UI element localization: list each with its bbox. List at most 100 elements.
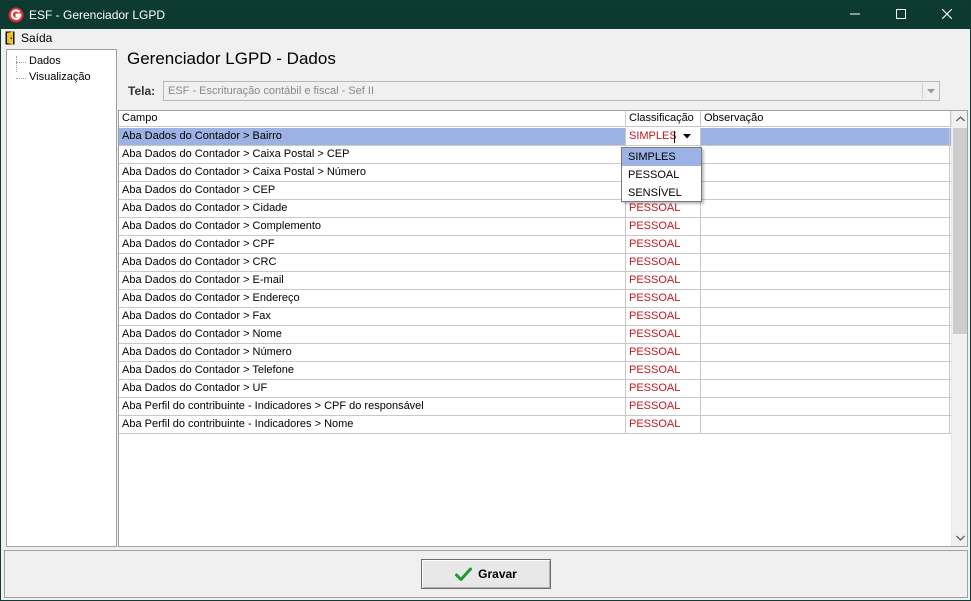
app-logo-icon (8, 7, 24, 23)
tree-item-label: Visualização (29, 71, 91, 83)
cell-classificacao[interactable]: PESSOAL (626, 254, 701, 271)
classification-grid: Campo Classificação Observação Aba Dados… (118, 110, 968, 547)
classification-dropdown-list: SIMPLES PESSOAL SENSÍVEL (621, 147, 702, 202)
column-header-classificacao[interactable]: Classificação (626, 111, 701, 127)
table-row[interactable]: Aba Dados do Contador > Número PESSOAL (119, 344, 951, 362)
cell-classificacao[interactable]: PESSOAL (626, 380, 701, 397)
tree-item-visualizacao[interactable]: Visualização (7, 71, 107, 85)
scroll-up-icon[interactable] (952, 111, 968, 127)
table-row[interactable]: Aba Dados do Contador > E-mail PESSOAL (119, 272, 951, 290)
table-row[interactable]: Aba Dados do Contador > CPF PESSOAL (119, 236, 951, 254)
cell-campo[interactable]: Aba Dados do Contador > Complemento (119, 218, 626, 235)
cell-classificacao[interactable]: PESSOAL (626, 200, 701, 217)
cell-campo[interactable]: Aba Dados do Contador > CRC (119, 254, 626, 271)
minimize-button[interactable] (832, 1, 878, 29)
cell-observacao[interactable] (701, 164, 950, 181)
dropdown-option-simples[interactable]: SIMPLES (622, 148, 701, 166)
green-check-icon (455, 567, 473, 582)
table-row[interactable]: Aba Dados do Contador > CRC PESSOAL (119, 254, 951, 272)
cell-observacao[interactable] (701, 398, 950, 415)
close-button[interactable] (924, 1, 970, 29)
cell-observacao[interactable] (701, 344, 950, 361)
cell-observacao[interactable] (701, 362, 950, 379)
table-row[interactable]: Aba Dados do Contador > Nome PESSOAL (119, 326, 951, 344)
tela-select[interactable]: ESF - Escrituração contábil e fiscal - S… (163, 81, 940, 101)
dropdown-arrow-icon[interactable] (679, 129, 695, 144)
cell-classificacao[interactable]: PESSOAL (626, 236, 701, 253)
cell-observacao[interactable] (701, 416, 950, 433)
cell-campo[interactable]: Aba Dados do Contador > Cidade (119, 200, 626, 217)
cell-campo[interactable]: Aba Perfil do contribuinte - Indicadores… (119, 398, 626, 415)
tree-item-label: Dados (29, 55, 61, 67)
cell-campo[interactable]: Aba Dados do Contador > Endereço (119, 290, 626, 307)
cell-campo[interactable]: Aba Dados do Contador > Nome (119, 326, 626, 343)
cell-campo[interactable]: Aba Dados do Contador > CPF (119, 236, 626, 253)
tree-connector (16, 78, 26, 79)
cell-campo[interactable]: Aba Dados do Contador > UF (119, 380, 626, 397)
maximize-button[interactable] (878, 1, 924, 29)
cell-classificacao[interactable]: PESSOAL (626, 344, 701, 361)
cell-campo[interactable]: Aba Dados do Contador > Número (119, 344, 626, 361)
cell-observacao[interactable] (701, 326, 950, 343)
cell-classificacao[interactable]: PESSOAL (626, 272, 701, 289)
table-row[interactable]: Aba Dados do Contador > Caixa Postal > N… (119, 164, 951, 182)
grid-body: Aba Dados do Contador > Bairro SIMPLES A… (119, 128, 951, 546)
table-row[interactable]: Aba Dados do Contador > CEP (119, 182, 951, 200)
table-row[interactable]: Aba Perfil do contribuinte - Indicadores… (119, 398, 951, 416)
cell-campo[interactable]: Aba Dados do Contador > Bairro (119, 128, 626, 145)
text-caret (674, 131, 675, 143)
cell-campo[interactable]: Aba Dados do Contador > Fax (119, 308, 626, 325)
dropdown-option-sensivel[interactable]: SENSÍVEL (622, 184, 701, 202)
cell-classificacao[interactable]: PESSOAL (626, 326, 701, 343)
cell-classificacao[interactable]: PESSOAL (626, 218, 701, 235)
cell-classificacao[interactable]: PESSOAL (626, 308, 701, 325)
tela-label: Tela: (128, 84, 156, 98)
cell-observacao[interactable] (701, 218, 950, 235)
menu-item-saida[interactable]: Saída (5, 30, 52, 46)
cell-observacao[interactable] (701, 200, 950, 217)
table-row[interactable]: Aba Dados do Contador > UF PESSOAL (119, 380, 951, 398)
cell-campo[interactable]: Aba Dados do Contador > E-mail (119, 272, 626, 289)
title-bar[interactable]: ESF - Gerenciador LGPD (1, 1, 970, 29)
cell-observacao[interactable] (701, 182, 950, 199)
cell-classificacao[interactable]: PESSOAL (626, 416, 701, 433)
classification-editor-value: SIMPLES (629, 130, 677, 142)
chevron-down-icon[interactable] (922, 83, 938, 99)
cell-campo[interactable]: Aba Dados do Contador > Caixa Postal > N… (119, 164, 626, 181)
column-header-observacao[interactable]: Observação (701, 111, 951, 127)
footer-bar: Gravar (4, 550, 968, 598)
dropdown-option-pessoal[interactable]: PESSOAL (622, 166, 701, 184)
table-row[interactable]: Aba Dados do Contador > Fax PESSOAL (119, 308, 951, 326)
vertical-scrollbar[interactable] (951, 111, 967, 546)
cell-observacao[interactable] (701, 380, 950, 397)
cell-campo[interactable]: Aba Perfil do contribuinte - Indicadores… (119, 416, 626, 433)
cell-classificacao[interactable]: PESSOAL (626, 290, 701, 307)
cell-observacao[interactable] (701, 290, 950, 307)
column-header-campo[interactable]: Campo (119, 111, 626, 127)
cell-classificacao[interactable]: PESSOAL (626, 362, 701, 379)
cell-classificacao[interactable]: PESSOAL (626, 398, 701, 415)
cell-campo[interactable]: Aba Dados do Contador > Telefone (119, 362, 626, 379)
table-row[interactable]: Aba Perfil do contribuinte - Indicadores… (119, 416, 951, 434)
menu-label-saida: Saída (21, 31, 53, 45)
table-row[interactable]: Aba Dados do Contador > Cidade PESSOAL (119, 200, 951, 218)
cell-observacao[interactable] (701, 254, 950, 271)
scroll-down-icon[interactable] (952, 530, 968, 546)
table-row[interactable]: Aba Dados do Contador > Telefone PESSOAL (119, 362, 951, 380)
table-row[interactable]: Aba Dados do Contador > Caixa Postal > C… (119, 146, 951, 164)
table-row[interactable]: Aba Dados do Contador > Endereço PESSOAL (119, 290, 951, 308)
cell-campo[interactable]: Aba Dados do Contador > Caixa Postal > C… (119, 146, 626, 163)
table-row-selected[interactable]: Aba Dados do Contador > Bairro SIMPLES (119, 128, 951, 146)
close-icon (941, 8, 953, 22)
cell-observacao[interactable] (701, 146, 950, 163)
cell-observacao[interactable] (701, 128, 950, 145)
minimize-icon (850, 9, 860, 22)
cell-observacao[interactable] (701, 272, 950, 289)
cell-campo[interactable]: Aba Dados do Contador > CEP (119, 182, 626, 199)
save-button[interactable]: Gravar (421, 559, 551, 589)
tree-item-dados[interactable]: Dados (7, 55, 107, 69)
cell-observacao[interactable] (701, 236, 950, 253)
scrollbar-thumb[interactable] (953, 128, 967, 334)
cell-observacao[interactable] (701, 308, 950, 325)
table-row[interactable]: Aba Dados do Contador > Complemento PESS… (119, 218, 951, 236)
